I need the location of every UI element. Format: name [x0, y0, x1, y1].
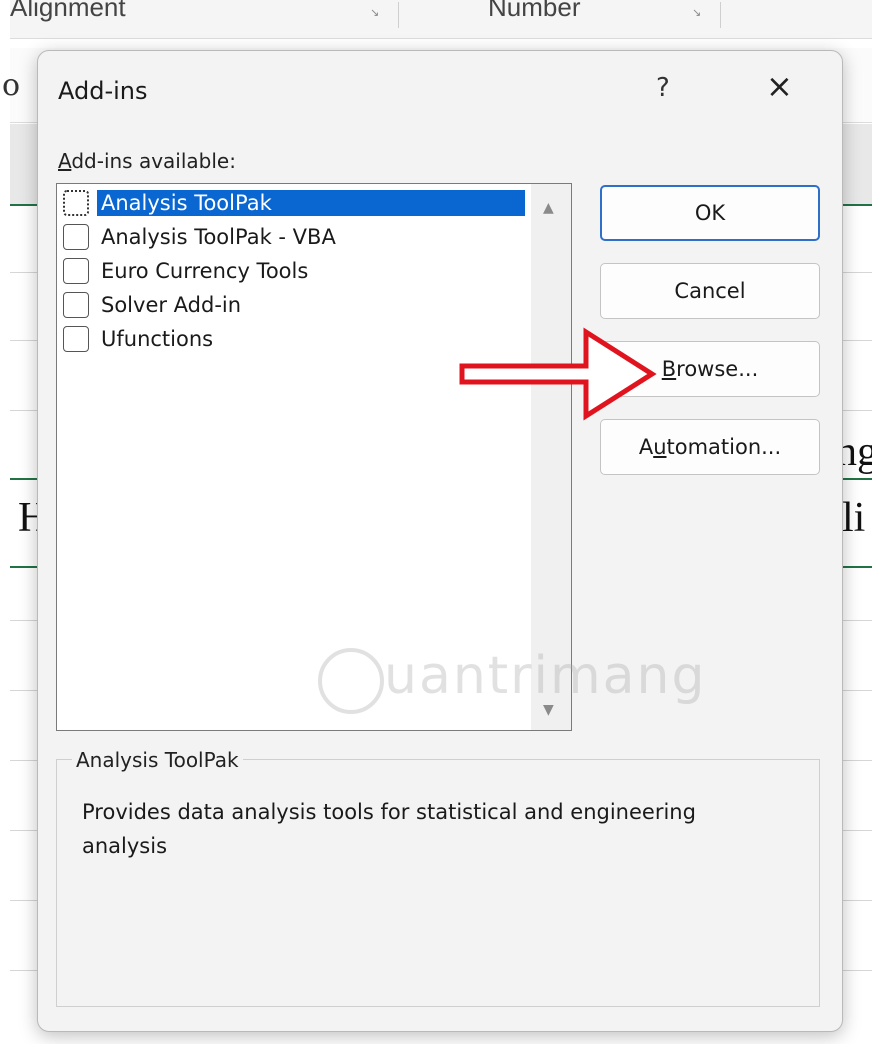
scroll-up-icon[interactable]: ▲ [543, 200, 554, 216]
checkbox[interactable] [63, 190, 89, 216]
dialog-launcher-icon[interactable]: ↘ [370, 6, 379, 19]
add-ins-available-label: Add-ins available: [58, 149, 236, 173]
accelerator-key: A [58, 149, 72, 173]
list-item-label: Analysis ToolPak [97, 190, 525, 216]
list-item[interactable]: Solver Add-in [63, 290, 533, 320]
help-icon[interactable]: ? [656, 73, 670, 103]
automation-button[interactable]: Au tomation... [600, 419, 820, 475]
red-arrow-icon [459, 327, 657, 421]
checkbox[interactable] [63, 292, 89, 318]
ribbon-divider [720, 2, 721, 28]
list-item[interactable]: Analysis ToolPak [63, 188, 533, 218]
close-icon[interactable]: × [766, 67, 793, 105]
list-item-label: Solver Add-in [101, 293, 242, 317]
button-label: tomation... [666, 435, 782, 459]
list-item-label: Analysis ToolPak - VBA [101, 225, 336, 249]
description-title: Analysis ToolPak [72, 748, 243, 772]
ribbon-divider [398, 2, 399, 28]
description-text: Provides data analysis tools for statist… [82, 800, 696, 858]
ok-button[interactable]: OK [600, 185, 820, 241]
dialog-launcher-icon[interactable]: ↘ [692, 6, 701, 19]
list-item[interactable]: Analysis ToolPak - VBA [63, 222, 533, 252]
ribbon-strip: Alignment ↘ Number ↘ [10, 0, 872, 39]
accelerator-key: u [653, 435, 667, 459]
checkbox[interactable] [63, 224, 89, 250]
watermark-text: uantrimang [384, 646, 707, 706]
list-item[interactable]: Euro Currency Tools [63, 256, 533, 286]
watermark-logo-icon [318, 648, 384, 714]
button-label: A [638, 435, 654, 459]
dialog-title: Add-ins [58, 77, 148, 105]
accelerator-key: B [661, 357, 677, 381]
cancel-button[interactable]: Cancel [600, 263, 820, 319]
sheet-text-fragment: li [842, 495, 866, 541]
cell-fragment: o [2, 68, 21, 103]
label-text: dd-ins available: [71, 149, 236, 173]
ribbon-group-alignment: Alignment [10, 0, 126, 22]
list-item-label: Euro Currency Tools [101, 259, 309, 283]
ribbon-group-number: Number [488, 0, 581, 22]
list-item-label: Ufunctions [101, 327, 214, 351]
checkbox[interactable] [63, 326, 89, 352]
button-label: rowse... [676, 357, 759, 381]
add-ins-dialog: Add-ins ? × Add-ins available: Analysis … [37, 50, 843, 1032]
checkbox[interactable] [63, 258, 89, 284]
